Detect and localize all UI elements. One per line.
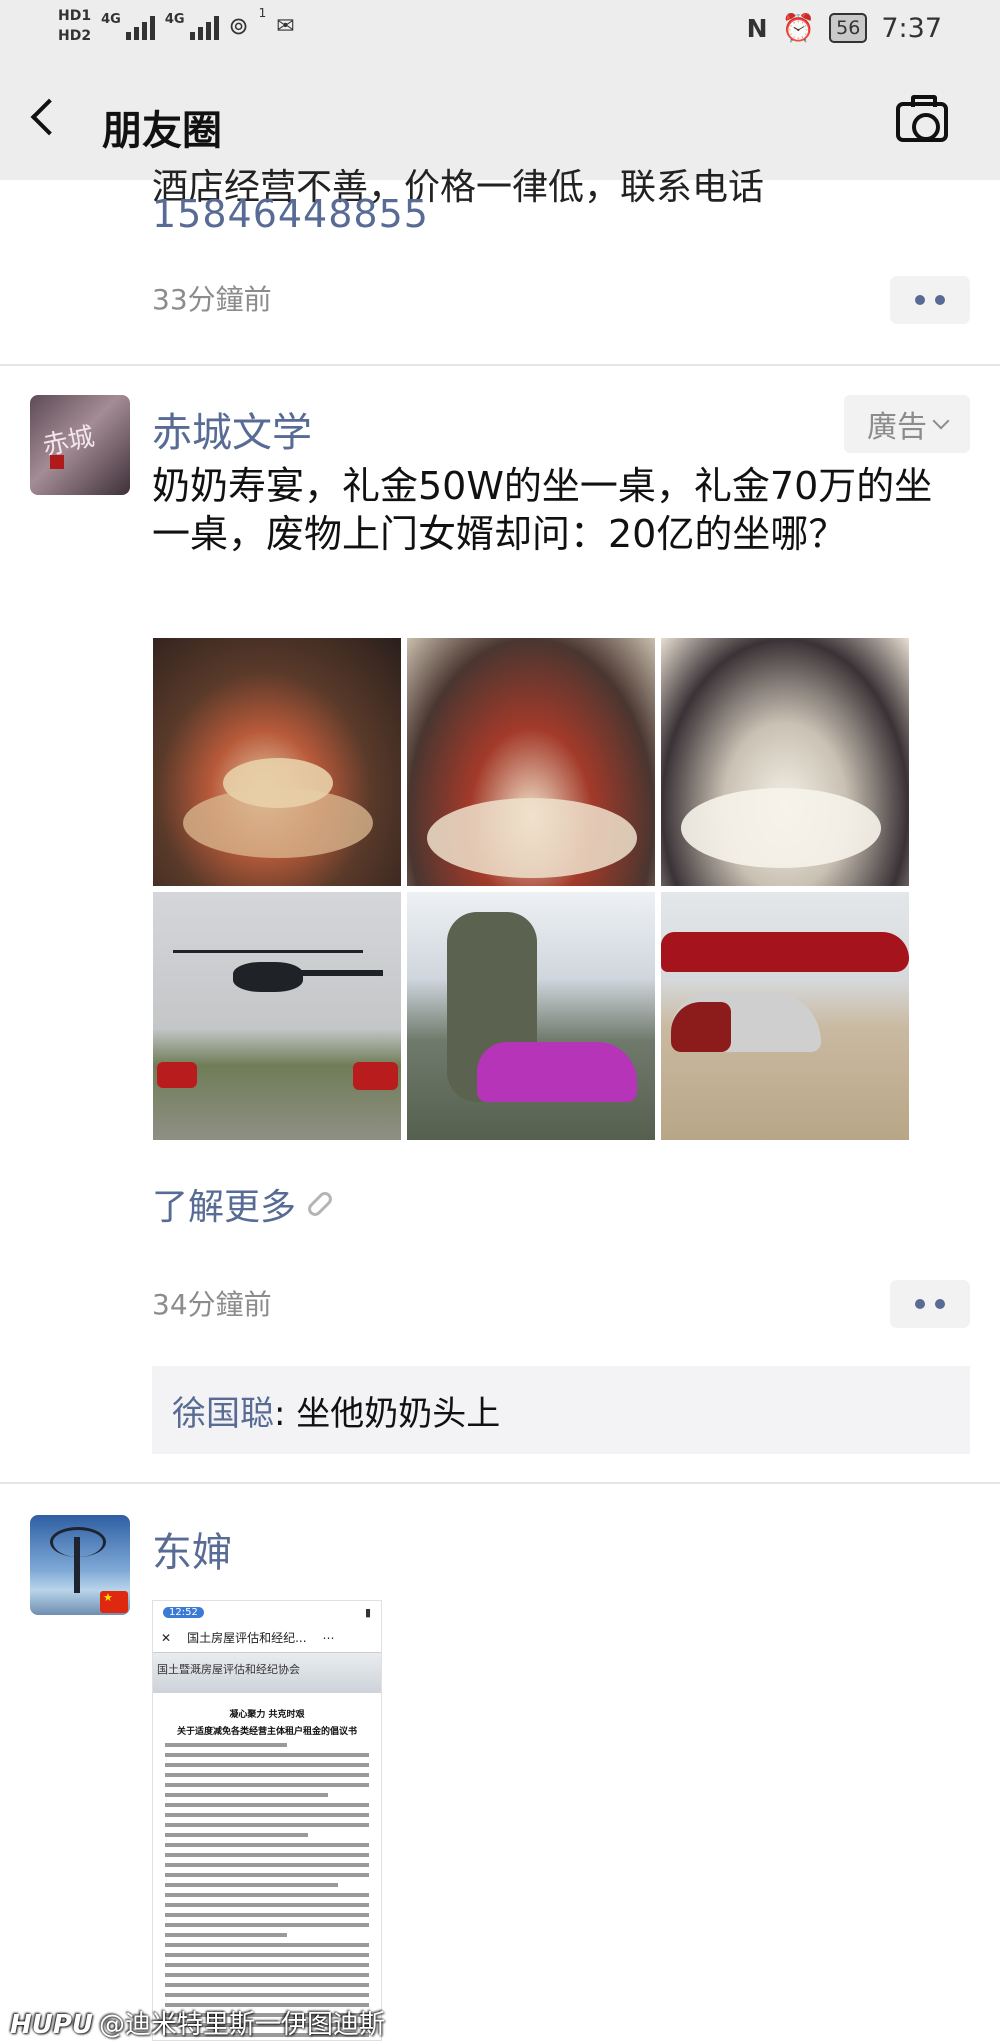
hd-indicator: HD1 HD2 — [58, 6, 91, 46]
dot-icon — [915, 295, 925, 305]
post1-more-button[interactable] — [890, 1280, 970, 1328]
hotspot-icon: ⊚ — [228, 12, 249, 40]
china-flag-icon: ★ — [100, 1591, 128, 1613]
battery-icon: 56 — [829, 13, 868, 43]
post1-nickname[interactable]: 赤城文学 — [152, 400, 312, 458]
signal2-icon: 4G — [165, 12, 219, 40]
back-icon[interactable] — [30, 98, 68, 136]
alarm-icon: ⏰ — [781, 13, 816, 44]
wechat-icon: ✉ — [276, 13, 295, 39]
signal2-label: 4G — [164, 12, 185, 27]
post1-comments: 徐国聪: 坐他奶奶头上 — [152, 1366, 970, 1454]
comment-author[interactable]: 徐国聪 — [172, 1394, 274, 1434]
post2-avatar[interactable]: ★ — [30, 1515, 130, 1615]
doc-heading-2: 关于适度减免各类经营主体租户租金的倡议书 — [176, 1727, 357, 1737]
seal-icon — [50, 455, 64, 469]
ad-tag-label: 廣告 — [867, 410, 927, 445]
chevron-down-icon — [932, 412, 950, 430]
helicopter-photo[interactable] — [153, 892, 401, 1140]
status-right: N ⏰ 56 7:37 — [746, 12, 942, 45]
comment-text: : 坐他奶奶头上 — [274, 1394, 501, 1434]
signal-icon: 4G — [101, 12, 155, 40]
post1-timestamp: 34分鐘前 — [152, 1288, 272, 1321]
jet-bugatti-photo[interactable] — [661, 892, 909, 1140]
dot-icon — [915, 1299, 925, 1309]
banquet-photo-1[interactable] — [153, 638, 401, 886]
post2-document-image[interactable]: 12:52 ▮ ✕ 国土房屋评估和经纪... ⋯ 国土暨溉房屋评估和经纪协会 凝… — [152, 1600, 382, 2041]
learn-more-label: 了解更多 — [152, 1187, 297, 1228]
ad-tag-button[interactable]: 廣告 — [844, 395, 970, 453]
link-icon — [305, 1189, 335, 1219]
doc-banner: 国土暨溉房屋评估和经纪协会 — [153, 1653, 381, 1693]
page-title: 朋友圈 — [102, 108, 222, 154]
banquet-photo-2[interactable] — [407, 638, 655, 886]
doc-time: 12:52 — [163, 1606, 204, 1618]
post1-image-grid — [153, 638, 911, 1140]
doc-status-bar: 12:52 ▮ — [153, 1601, 381, 1623]
signal1-label: 4G — [101, 12, 121, 27]
learn-more-link[interactable]: 了解更多 — [152, 1178, 335, 1230]
doc-more-icon: ⋯ — [322, 1630, 335, 1645]
status-bar: HD1 HD2 4G 4G ⊚ 1 ✉ N ⏰ 56 7:37 — [0, 0, 1000, 62]
post0-phone-link[interactable]: 15846448855 — [152, 192, 429, 236]
post1-avatar[interactable]: 赤城 — [30, 395, 130, 495]
dot-icon — [935, 1299, 945, 1309]
hd2-label: HD2 — [58, 28, 92, 44]
watermark: HUPU @迪米特里斯一伊图迪斯 — [10, 2004, 385, 2041]
dot-icon — [935, 295, 945, 305]
post1-text: 奶奶寿宴，礼金50W的坐一桌，礼金70万的坐一桌，废物上门女婿却问：20亿的坐哪… — [152, 464, 933, 556]
hotspot-count: 1 — [258, 6, 267, 20]
doc-body: 凝心聚力 共克时艰 关于适度减免各类经营主体租户租金的倡议书 — [153, 1693, 381, 2040]
banquet-photo-3[interactable] — [661, 638, 909, 886]
doc-title: 国土房屋评估和经纪... — [187, 1631, 307, 1645]
clock: 7:37 — [881, 12, 942, 44]
watermark-text: @迪米特里斯一伊图迪斯 — [99, 2010, 386, 2040]
hd1-label: HD1 — [58, 8, 92, 24]
chinook-ferrari-photo[interactable] — [407, 892, 655, 1140]
comment-item[interactable]: 徐国聪: 坐他奶奶头上 — [172, 1386, 500, 1435]
status-left: HD1 HD2 4G 4G ⊚ 1 ✉ — [58, 6, 295, 46]
post0-more-button[interactable] — [890, 276, 970, 324]
camera-icon[interactable] — [896, 95, 948, 142]
post0-timestamp: 33分鐘前 — [152, 283, 272, 316]
post2-nickname[interactable]: 东婶 — [152, 1520, 232, 1578]
nfc-icon: N — [746, 13, 768, 43]
doc-battery-icon: ▮ — [364, 1605, 371, 1619]
doc-heading-1: 凝心聚力 共克时艰 — [229, 1710, 305, 1720]
doc-close-icon: ✕ — [161, 1630, 172, 1645]
post-divider — [0, 364, 1000, 366]
avatar-logo-text: 赤城 — [39, 421, 98, 463]
hupu-logo: HUPU — [10, 2010, 94, 2040]
post-divider — [0, 1482, 1000, 1484]
doc-title-bar: ✕ 国土房屋评估和经纪... ⋯ — [153, 1623, 381, 1653]
